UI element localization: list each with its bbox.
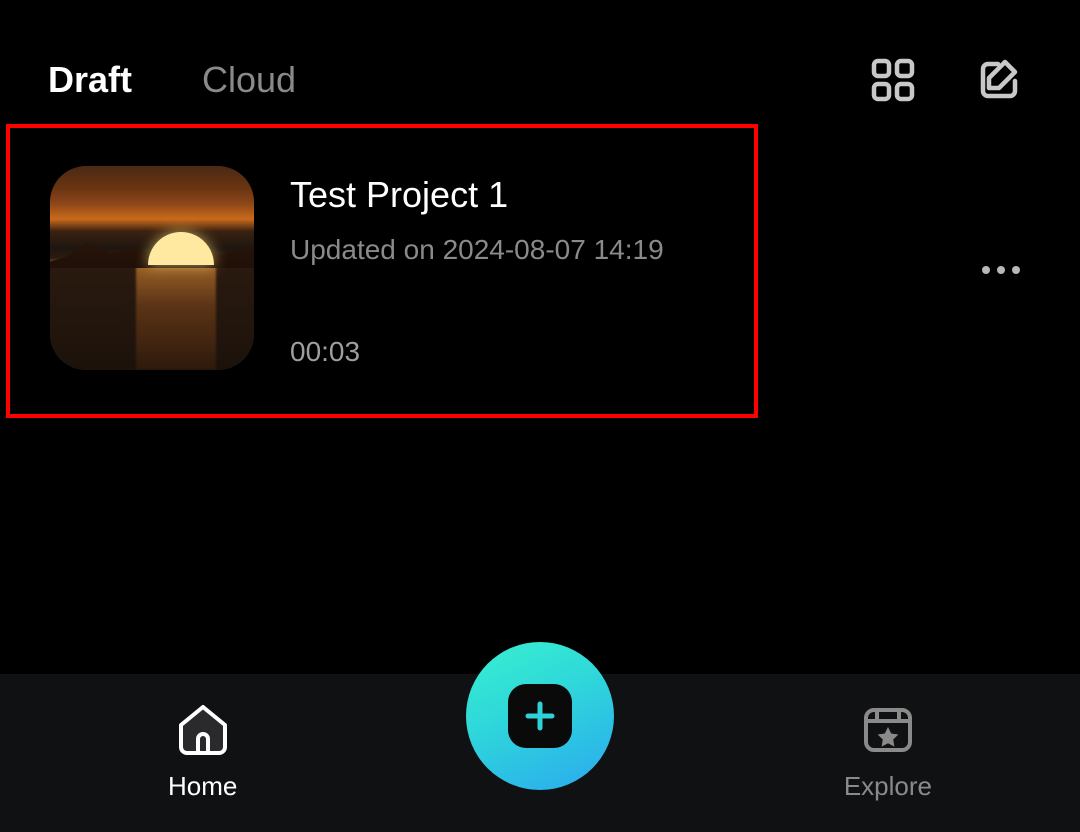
grid-view-button[interactable]: [870, 57, 916, 103]
nav-home-label: Home: [168, 771, 237, 802]
top-bar: Draft Cloud: [48, 50, 1032, 110]
tab-cloud[interactable]: Cloud: [202, 59, 296, 101]
more-icon: [982, 266, 990, 274]
project-info: Test Project 1 Updated on 2024-08-07 14:…: [254, 166, 664, 374]
create-button-inner: [508, 684, 572, 748]
create-button[interactable]: [466, 642, 614, 790]
nav-explore[interactable]: Explore: [844, 701, 932, 802]
project-duration: 00:03: [290, 336, 664, 368]
grid-icon: [870, 57, 916, 103]
plus-icon: [522, 698, 558, 734]
nav-home[interactable]: Home: [168, 701, 237, 802]
project-updated-date: Updated on 2024-08-07 14:19: [290, 234, 664, 266]
project-more-button[interactable]: [972, 256, 1030, 284]
tab-draft[interactable]: Draft: [48, 59, 132, 101]
top-bar-actions: [870, 57, 1032, 103]
project-list-item[interactable]: Test Project 1 Updated on 2024-08-07 14:…: [50, 166, 1030, 374]
edit-button[interactable]: [976, 57, 1022, 103]
explore-icon: [859, 701, 917, 759]
project-thumbnail: [50, 166, 254, 370]
tabs: Draft Cloud: [48, 59, 296, 101]
project-title: Test Project 1: [290, 174, 664, 216]
bottom-bar: Home Explore: [0, 617, 1080, 832]
edit-icon: [976, 57, 1022, 103]
nav-explore-label: Explore: [844, 771, 932, 802]
home-icon: [174, 701, 232, 759]
